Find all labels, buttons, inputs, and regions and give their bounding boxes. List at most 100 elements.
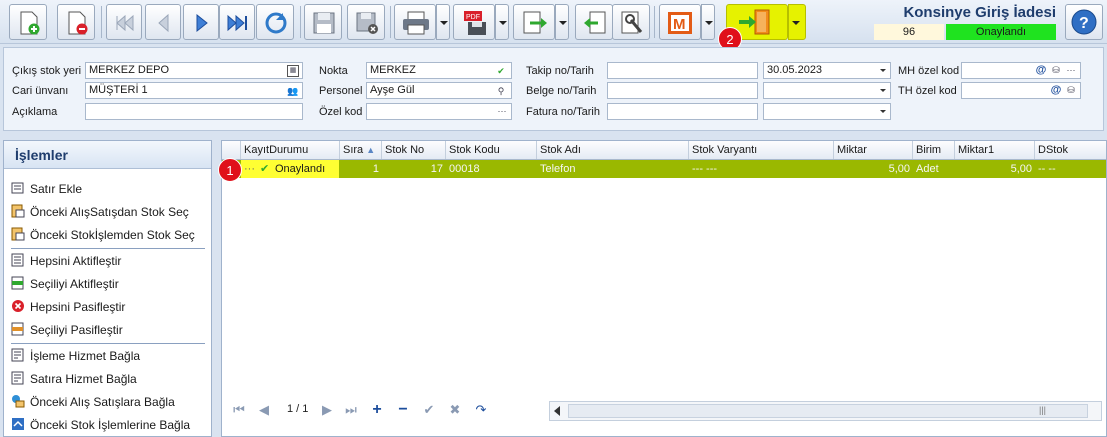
- action-onceki-stok-islemlerine-bagla[interactable]: Önceki Stok İşlemlerine Bağla: [4, 414, 209, 436]
- nav-cancel-icon[interactable]: ✖: [446, 401, 464, 419]
- at-icon[interactable]: @: [1035, 64, 1047, 76]
- import-button[interactable]: [575, 4, 613, 40]
- scroll-left-icon[interactable]: [554, 406, 560, 416]
- action-seciliyi-pasiflestir[interactable]: Seçiliyi Pasifleştir: [4, 319, 209, 341]
- print-dropdown[interactable]: [436, 4, 450, 40]
- belge-date-field[interactable]: [763, 82, 891, 99]
- nav-prev-icon[interactable]: ◀: [255, 401, 273, 419]
- column-stok-varyanti[interactable]: Stok Varyantı: [689, 141, 834, 159]
- horizontal-scrollbar[interactable]: |||: [549, 401, 1102, 421]
- fatura-label: Fatura no/Tarih: [526, 106, 600, 118]
- fatura-no-field[interactable]: [607, 103, 758, 120]
- calendar-icon[interactable]: ▦: [287, 65, 299, 77]
- m-button[interactable]: M: [659, 4, 701, 40]
- takip-no-field[interactable]: [607, 62, 758, 79]
- help-button[interactable]: ?: [1065, 4, 1103, 40]
- add-row-icon: [11, 182, 24, 194]
- nokta-field[interactable]: MERKEZ: [366, 62, 512, 79]
- svg-text:M: M: [673, 16, 686, 33]
- view-icon[interactable]: ⛁: [1065, 84, 1077, 96]
- link-purchase-icon: [12, 395, 25, 408]
- cell-miktar1: 5,00: [1010, 163, 1032, 175]
- view-icon[interactable]: ⛁: [1050, 64, 1062, 76]
- column-birim[interactable]: Birim: [913, 141, 955, 159]
- action-seciliyi-aktiflestir[interactable]: Seçiliyi Aktifleştir: [4, 273, 209, 295]
- nav-next-icon[interactable]: ▶: [318, 401, 336, 419]
- prev-record-button[interactable]: [145, 4, 181, 40]
- chevron-down-icon[interactable]: [878, 63, 888, 78]
- table-row[interactable]: ··· ✔ Onaylandı 1 17 00018 Telefon --- -…: [222, 160, 1106, 178]
- print-button[interactable]: [394, 4, 436, 40]
- column-kayit-durumu[interactable]: KayıtDurumu: [241, 141, 340, 159]
- first-record-button[interactable]: [106, 4, 142, 40]
- delete-button[interactable]: [57, 4, 95, 40]
- action-isleme-hizmet-bagla[interactable]: İşleme Hizmet Bağla: [4, 345, 209, 367]
- column-stok-no[interactable]: Stok No: [382, 141, 446, 159]
- export-icon: [523, 11, 547, 34]
- status-cell[interactable]: ··· ✔ Onaylandı: [241, 160, 339, 178]
- action-satira-hizmet-bagla[interactable]: Satıra Hizmet Bağla: [4, 368, 209, 390]
- th-ozel-kod-field[interactable]: [961, 82, 1081, 99]
- belge-no-field[interactable]: [607, 82, 758, 99]
- cell-stok-varyanti: --- ---: [692, 163, 718, 175]
- users-icon[interactable]: 👥: [287, 85, 299, 97]
- action-hepsini-pasiflestir[interactable]: Hepsini Pasifleştir: [4, 296, 209, 318]
- next-record-button[interactable]: [183, 4, 219, 40]
- check-icon: ✔: [260, 163, 270, 175]
- pdf-dropdown[interactable]: [495, 4, 509, 40]
- action-label: Satıra Hizmet Bağla: [30, 372, 137, 386]
- fatura-date-field[interactable]: [763, 103, 891, 120]
- check-icon[interactable]: ✔: [495, 65, 507, 77]
- nav-add-icon[interactable]: +: [368, 401, 386, 419]
- action-satir-ekle[interactable]: Satır Ekle: [4, 178, 209, 200]
- exit-dropdown[interactable]: [788, 4, 806, 40]
- save-close-button[interactable]: [347, 4, 385, 40]
- save-button[interactable]: [304, 4, 342, 40]
- tools-icon: [621, 11, 643, 34]
- nav-last-icon[interactable]: ⏭: [342, 401, 360, 419]
- cell-dstok: -- --: [1038, 163, 1056, 175]
- action-hepsini-aktiflestir[interactable]: Hepsini Aktifleştir: [4, 250, 209, 272]
- cari-unvani-field[interactable]: MÜŞTERİ 1: [85, 82, 303, 99]
- deactivate-selected-icon: [11, 322, 24, 336]
- aciklama-field[interactable]: [85, 103, 303, 120]
- takip-date-field[interactable]: 30.05.2023: [763, 62, 891, 79]
- tools-button[interactable]: [612, 4, 650, 40]
- chevron-down-icon[interactable]: [878, 104, 888, 119]
- at-icon[interactable]: @: [1050, 84, 1062, 96]
- cikis-stok-yeri-field[interactable]: MERKEZ DEPO: [85, 62, 303, 79]
- export-button[interactable]: [513, 4, 555, 40]
- action-onceki-alis-satislara-bagla[interactable]: Önceki Alış Satışlara Bağla: [4, 391, 209, 413]
- more-dots-icon[interactable]: ···: [496, 105, 508, 117]
- column-stok-kodu[interactable]: Stok Kodu: [446, 141, 537, 159]
- column-miktar[interactable]: Miktar: [834, 141, 913, 159]
- nav-first-icon[interactable]: ⏮: [230, 401, 248, 419]
- last-record-button[interactable]: [219, 4, 255, 40]
- scroll-thumb[interactable]: |||: [568, 404, 1088, 418]
- pdf-button[interactable]: PDF: [453, 4, 495, 40]
- nav-remove-icon[interactable]: −: [394, 401, 412, 419]
- action-onceki-alis-satisdan[interactable]: Önceki AlışSatışdan Stok Seç: [4, 201, 209, 223]
- export-dropdown[interactable]: [555, 4, 569, 40]
- activate-all-icon: [11, 253, 24, 267]
- personel-field[interactable]: Ayşe Gül: [366, 82, 512, 99]
- column-stok-adi[interactable]: Stok Adı: [537, 141, 689, 159]
- column-dstok[interactable]: DStok: [1035, 141, 1106, 159]
- chevron-down-icon[interactable]: [878, 83, 888, 98]
- select-stock-icon: [11, 204, 25, 218]
- nav-confirm-icon[interactable]: ✔: [420, 401, 438, 419]
- action-label: Seçiliyi Pasifleştir: [30, 323, 123, 337]
- cell-stok-no: 17: [430, 163, 443, 175]
- column-sira[interactable]: Sıra ▲: [340, 141, 382, 159]
- nav-refresh-icon[interactable]: ↷: [472, 401, 490, 419]
- new-button[interactable]: [9, 4, 47, 40]
- person-search-icon[interactable]: ⚲: [495, 85, 507, 97]
- action-onceki-stok-islemden[interactable]: Önceki Stokİşlemden Stok Seç: [4, 224, 209, 246]
- mh-ozel-kod-field[interactable]: [961, 62, 1081, 79]
- ozel-kod-field[interactable]: [366, 103, 512, 120]
- refresh-button[interactable]: [256, 4, 294, 40]
- m-dropdown[interactable]: [701, 4, 715, 40]
- cell-stok-adi: Telefon: [540, 163, 576, 175]
- column-miktar1[interactable]: Miktar1: [955, 141, 1035, 159]
- more-dots-icon[interactable]: ···: [1065, 64, 1077, 76]
